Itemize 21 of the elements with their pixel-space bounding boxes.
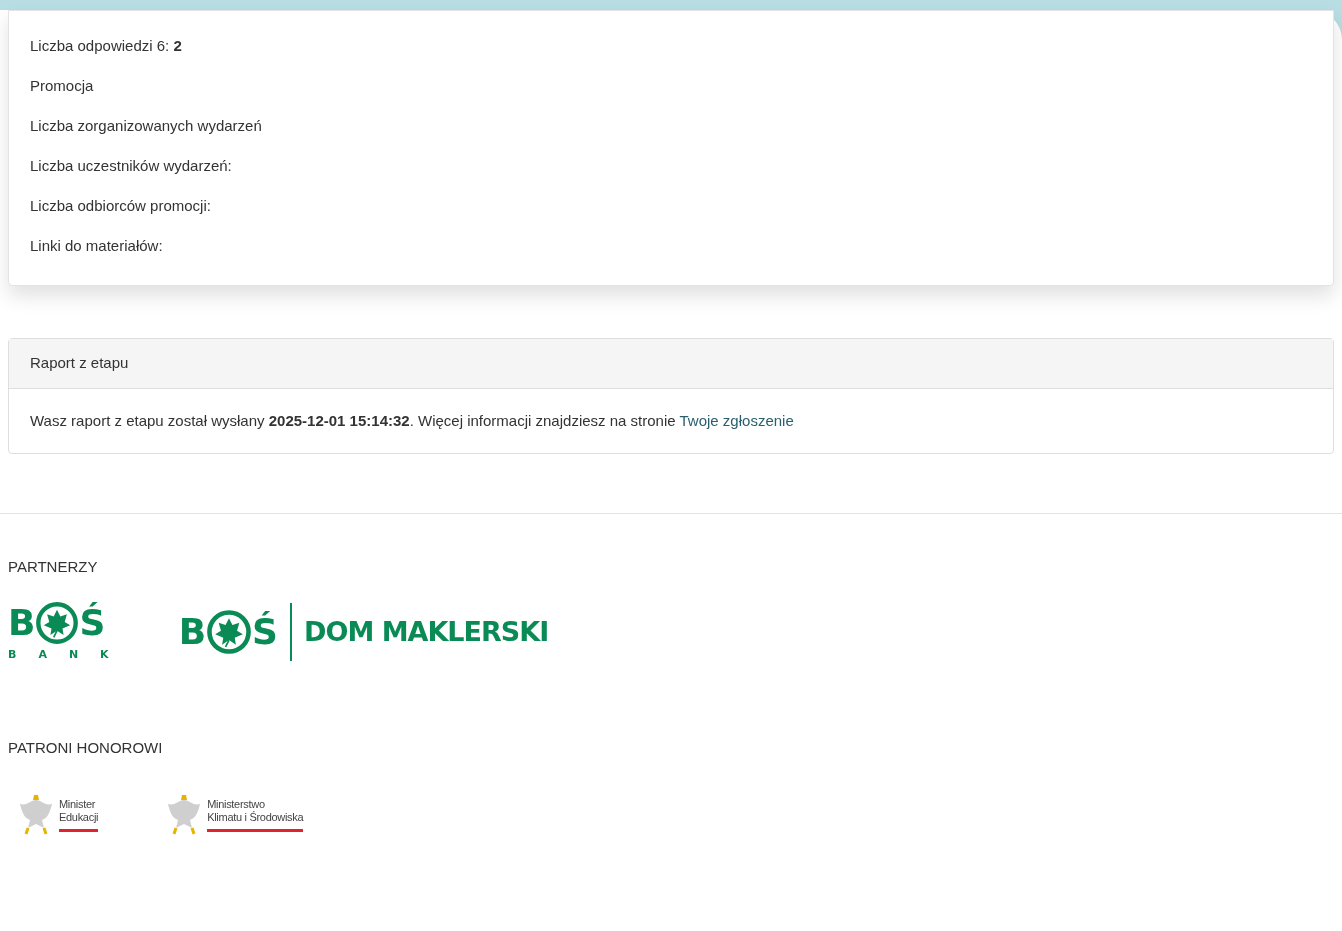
section-heading: PARTNERZY bbox=[8, 557, 99, 577]
detail-text: Liczba odpowiedzi 6: 2 bbox=[30, 37, 183, 55]
leaf-emblem-icon bbox=[35, 600, 80, 645]
report-message: Wasz raport z etapu został wysłany 2025-12-01 15:14:32. Więcej informacji znajdziesz na stronie Twoje zgłoszenie bbox=[29, 410, 795, 431]
ministry-name: Minister Edukacji bbox=[59, 797, 99, 832]
logo-letter: Ś bbox=[252, 613, 279, 650]
link[interactable]: Twoje zgłoszenie bbox=[679, 411, 794, 429]
logo-letter: B bbox=[178, 613, 207, 650]
logo-caption: BANK bbox=[8, 646, 131, 663]
detail-text: Liczba odbiorców promocji: bbox=[30, 197, 212, 215]
detail-text: Linki do materiałów: bbox=[30, 237, 164, 255]
detail-text: Liczba zorganizowanych wydarzeń bbox=[30, 117, 263, 135]
detail-text: Liczba uczestników wydarzeń: bbox=[30, 157, 233, 175]
panel-heading: Raport z etapu bbox=[9, 339, 1333, 389]
ministry-name: Ministerstwo Klimatu i Środowiska bbox=[207, 797, 304, 832]
section-heading: PATRONI HONOROWI bbox=[8, 738, 164, 758]
leaf-emblem-icon bbox=[206, 608, 253, 655]
detail-text: Promocja bbox=[30, 77, 95, 95]
logo-letter: Ś bbox=[79, 604, 106, 641]
logo-wordmark: DOM MAKLERSKI bbox=[304, 614, 549, 649]
logo-letter: B bbox=[8, 604, 36, 641]
